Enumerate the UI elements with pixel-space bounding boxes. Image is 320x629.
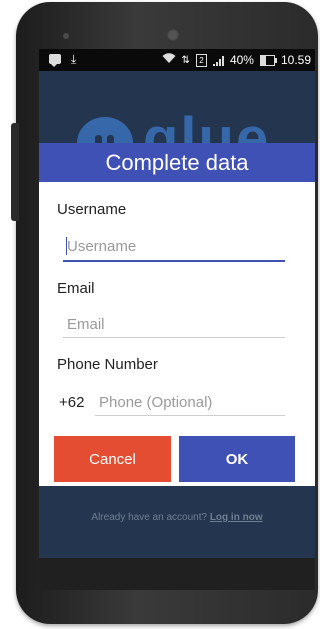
country-code: +62 [59, 394, 85, 411]
email-input[interactable] [67, 313, 283, 335]
login-prompt-text: Already have an account? [91, 512, 208, 523]
phone-label: Phone Number [57, 356, 158, 373]
username-underline [63, 260, 285, 262]
complete-data-dialog: Complete data Username Email Phone Numbe… [39, 143, 315, 486]
clock: 10.59 [280, 53, 311, 67]
cancel-button[interactable]: Cancel [54, 436, 171, 482]
earpiece [63, 33, 69, 39]
signal-icon [212, 55, 224, 66]
phone-chin [39, 558, 315, 590]
wifi-icon [162, 53, 176, 67]
sim-icon: 2 [195, 53, 207, 67]
email-label: Email [57, 280, 95, 297]
username-label: Username [57, 201, 127, 218]
text-cursor [66, 237, 67, 255]
app-screen: ⤓ ⇅ 2 40% 10.59 glue Complete data Usern… [39, 49, 315, 558]
message-icon [49, 54, 61, 67]
front-camera [167, 29, 179, 41]
login-link[interactable]: Log in now [210, 512, 263, 523]
phone-input[interactable] [99, 391, 283, 413]
login-prompt: Already have an account? Log in now [39, 512, 315, 523]
side-button [11, 123, 19, 221]
ok-button[interactable]: OK [179, 436, 295, 482]
battery-icon [259, 54, 277, 66]
phone-underline [95, 415, 285, 416]
download-icon: ⤓ [71, 52, 77, 66]
status-bar: ⤓ ⇅ 2 40% 10.59 [39, 49, 315, 71]
dialog-title: Complete data [39, 143, 315, 182]
email-underline [63, 337, 285, 338]
battery-percent: 40% [229, 53, 254, 67]
username-input[interactable] [67, 235, 283, 257]
data-arrows-icon: ⇅ [181, 54, 190, 66]
